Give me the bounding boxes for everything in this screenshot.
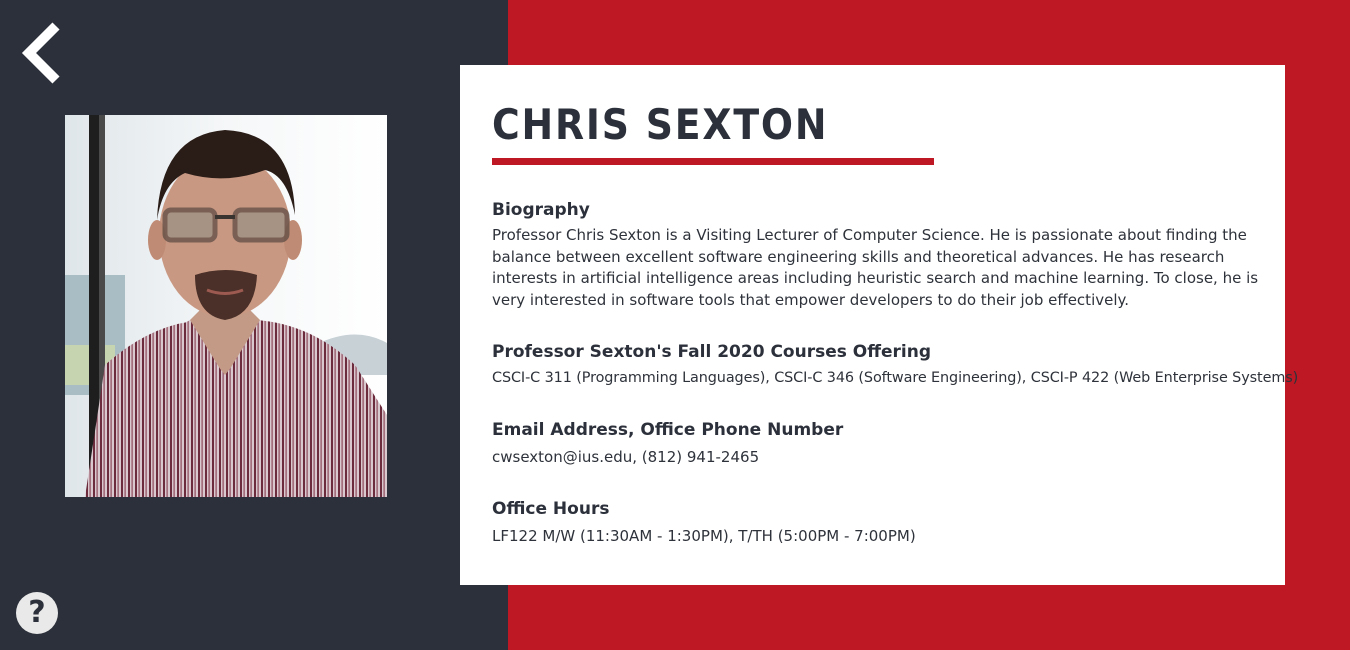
biography-text: Professor Chris Sexton is a Visiting Lec… — [492, 226, 1259, 309]
professor-profile-page: ? CHRIS SEXTON Biography Professor Chris… — [0, 0, 1350, 650]
help-button[interactable]: ? — [16, 592, 58, 634]
contact-heading: Email Address, Office Phone Number — [492, 419, 844, 440]
chevron-left-stroke — [21, 22, 60, 84]
biography-heading: Biography — [492, 200, 590, 220]
back-button[interactable] — [18, 20, 66, 86]
professor-portrait-image — [65, 115, 387, 497]
profile-card: CHRIS SEXTON Biography Professor Chris S… — [460, 65, 1299, 585]
office-hours-text: LF122 M/W (11:30AM - 1:30PM), T/TH (5:00… — [492, 527, 916, 545]
professor-photo — [65, 115, 387, 497]
name-underline-divider — [492, 158, 934, 165]
question-mark-icon: ? — [28, 595, 46, 630]
professor-name: CHRIS SEXTON — [492, 100, 829, 149]
courses-heading: Professor Sexton's Fall 2020 Courses Off… — [492, 342, 932, 362]
contact-text: cwsexton@ius.edu, (812) 941-2465 — [492, 447, 760, 466]
courses-text: CSCI-C 311 (Programming Languages), CSCI… — [492, 370, 1299, 386]
office-hours-heading: Office Hours — [492, 499, 610, 519]
chevron-left-icon — [21, 22, 60, 84]
